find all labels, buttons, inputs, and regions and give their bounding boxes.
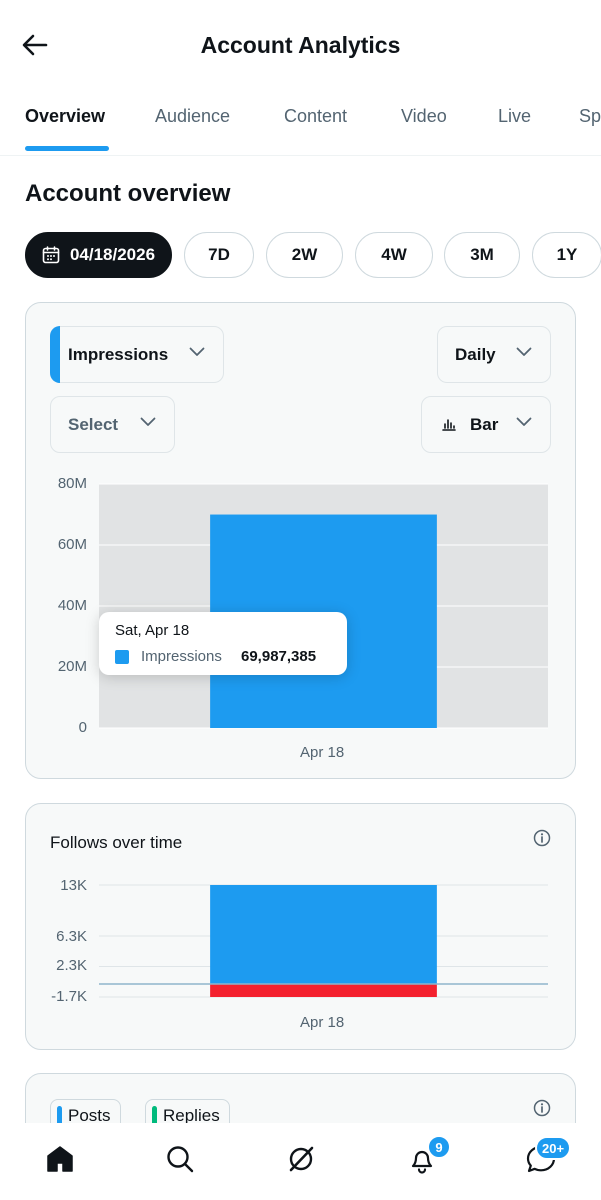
notifications-badge: 9 [427, 1135, 451, 1159]
bottom-nav: 9 20+ [0, 1123, 601, 1200]
x-tick-label: Apr 18 [300, 1014, 345, 1031]
unfollows-bar [210, 984, 437, 997]
follows-chart [99, 884, 548, 998]
home-icon [47, 1146, 73, 1172]
search-icon [167, 1146, 194, 1173]
nav-search[interactable] [158, 1137, 202, 1181]
y-tick-label: 6.3K [56, 928, 87, 945]
y-tick-label: 13K [60, 877, 87, 894]
messages-badge: 20+ [535, 1136, 572, 1160]
info-icon[interactable] [533, 1099, 551, 1117]
y-tick-label: 2.3K [56, 957, 87, 974]
nav-grok[interactable] [279, 1137, 323, 1181]
nav-home[interactable] [38, 1137, 82, 1181]
y-tick-label: -1.7K [51, 988, 87, 1005]
follows-bar [210, 885, 437, 985]
grok-icon [289, 1146, 314, 1172]
